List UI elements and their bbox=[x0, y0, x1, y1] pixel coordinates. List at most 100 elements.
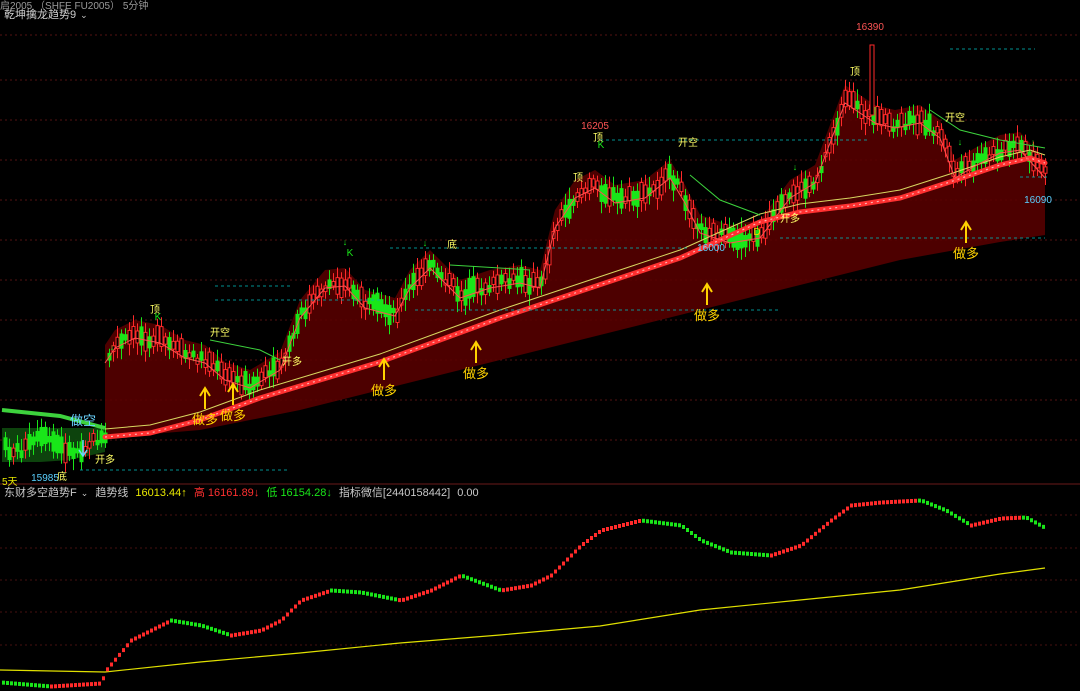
sub-indicator-name: 东财多空趋势F bbox=[4, 487, 77, 499]
sub-trend-block bbox=[174, 619, 177, 624]
chart-annotation: 开空 bbox=[945, 111, 965, 124]
sub-trend-block bbox=[26, 682, 29, 687]
price-label-high: 16390 bbox=[856, 22, 884, 33]
sub-trend-block bbox=[190, 621, 193, 626]
sub-trend-block bbox=[658, 520, 661, 525]
candle-body bbox=[259, 371, 264, 387]
signal-long: 做多 bbox=[694, 308, 720, 323]
sub-trend-block bbox=[482, 581, 485, 586]
sub-trend-block bbox=[394, 597, 397, 602]
sub-trend-block bbox=[514, 586, 517, 591]
sub-trend-block bbox=[130, 638, 133, 643]
candle-body bbox=[999, 149, 1004, 161]
candle-body bbox=[51, 431, 56, 452]
sub-trend-block bbox=[914, 498, 917, 503]
sub-trend-block bbox=[82, 682, 85, 687]
sub-trend-block bbox=[50, 684, 53, 689]
candle-body bbox=[135, 330, 140, 344]
main-indicator-header[interactable]: 乾坤擒龙趋势9 ⌄ bbox=[4, 8, 92, 22]
sub-trend-block bbox=[370, 592, 373, 597]
small-arrow-icon: ↓ bbox=[958, 137, 963, 147]
sub-trend-block bbox=[290, 608, 293, 613]
candle-body bbox=[119, 333, 124, 349]
candle-body bbox=[791, 184, 796, 204]
candle-body bbox=[679, 181, 684, 193]
sub-trend-block bbox=[98, 681, 101, 686]
sub-trend-block bbox=[14, 681, 17, 686]
sub-trend-block bbox=[154, 626, 157, 631]
sub-trend-block bbox=[226, 632, 229, 637]
sub-trend-block bbox=[682, 525, 685, 529]
sub-trend-block bbox=[446, 580, 449, 585]
sub-trend-block bbox=[426, 589, 429, 594]
candle-body bbox=[1043, 166, 1048, 174]
sub-trend-block bbox=[806, 538, 809, 543]
sub-trend-block bbox=[574, 549, 577, 554]
sub-indicator-header[interactable]: 东财多空趋势F ⌄ 趋势线 16013.44↑ 高 16161.89↓ 低 161… bbox=[4, 486, 483, 500]
sub-trend-block bbox=[150, 628, 153, 633]
candle-body bbox=[991, 146, 996, 155]
sub-trend-block bbox=[766, 553, 769, 558]
chart-canvas[interactable]: 1639016205160001609015985做多 做多做多做多做多做多做空开… bbox=[0, 0, 1080, 691]
sub-trend-block bbox=[406, 596, 409, 601]
chart-annotation: 顶 bbox=[850, 66, 860, 78]
candle-body bbox=[851, 91, 856, 109]
sub-trend-block bbox=[122, 648, 125, 653]
sub-trend-block bbox=[10, 681, 13, 686]
sub-trend-block bbox=[366, 591, 369, 596]
small-arrow-icon: ↓ bbox=[110, 342, 115, 352]
candle-body bbox=[27, 434, 32, 450]
sub-trend-block bbox=[798, 544, 801, 549]
sub-trend-block bbox=[434, 586, 437, 591]
sub-trend-block bbox=[330, 588, 333, 593]
small-arrow-icon: ↓ bbox=[793, 162, 798, 172]
sub-trend-block bbox=[302, 597, 305, 602]
sub-trend-block bbox=[1034, 520, 1037, 525]
candle-body bbox=[187, 352, 192, 359]
candle-body bbox=[255, 376, 260, 387]
candle-body bbox=[235, 376, 240, 383]
high-value: 16161.89 bbox=[207, 487, 254, 499]
candle-body bbox=[335, 277, 340, 295]
sub-trend-block bbox=[242, 631, 245, 636]
sub-trend-block bbox=[210, 626, 213, 631]
candle-body bbox=[411, 272, 416, 291]
sub-trend-block bbox=[934, 504, 937, 509]
sub-trend-block bbox=[714, 544, 717, 549]
sub-trend-block bbox=[378, 594, 381, 599]
sub-trend-block bbox=[358, 590, 361, 595]
sub-trend-block bbox=[250, 630, 253, 635]
sub-trend-block bbox=[850, 503, 853, 508]
candle-body bbox=[307, 294, 312, 314]
sub-trend-block bbox=[890, 500, 893, 504]
candle-body bbox=[155, 325, 160, 345]
sub-trend-block bbox=[958, 516, 961, 521]
chart-annotation: 底 bbox=[447, 238, 457, 251]
sub-trend-block bbox=[638, 519, 641, 523]
sub-trend-block bbox=[1022, 515, 1025, 520]
candle-body bbox=[431, 259, 436, 268]
chevron-down-icon[interactable]: ⌄ bbox=[80, 10, 88, 20]
candle-body bbox=[527, 277, 532, 295]
trend-label: 趋势线 bbox=[95, 487, 129, 499]
chart-annotation: 开多 bbox=[282, 355, 302, 368]
candle-body bbox=[139, 326, 144, 346]
sub-trend-block bbox=[614, 525, 617, 529]
sub-trend-block bbox=[450, 578, 453, 583]
candle-body bbox=[499, 274, 504, 285]
sub-trend-block bbox=[1042, 524, 1045, 529]
sub-trend-block bbox=[726, 548, 729, 553]
sub-trend-block bbox=[902, 499, 905, 504]
candle-body bbox=[175, 340, 180, 353]
chevron-down-icon[interactable]: ⌄ bbox=[81, 488, 89, 498]
candle-body bbox=[143, 331, 148, 352]
candle-body bbox=[331, 280, 336, 287]
sub-trend-block bbox=[438, 584, 441, 589]
sub-trend-block bbox=[526, 584, 529, 589]
sub-trend-block bbox=[202, 624, 205, 629]
candle-body bbox=[11, 447, 16, 458]
sub-trend-block bbox=[146, 630, 149, 635]
sub-trend-block bbox=[858, 502, 861, 507]
candle-body bbox=[1023, 141, 1028, 155]
candle-body bbox=[59, 436, 64, 454]
